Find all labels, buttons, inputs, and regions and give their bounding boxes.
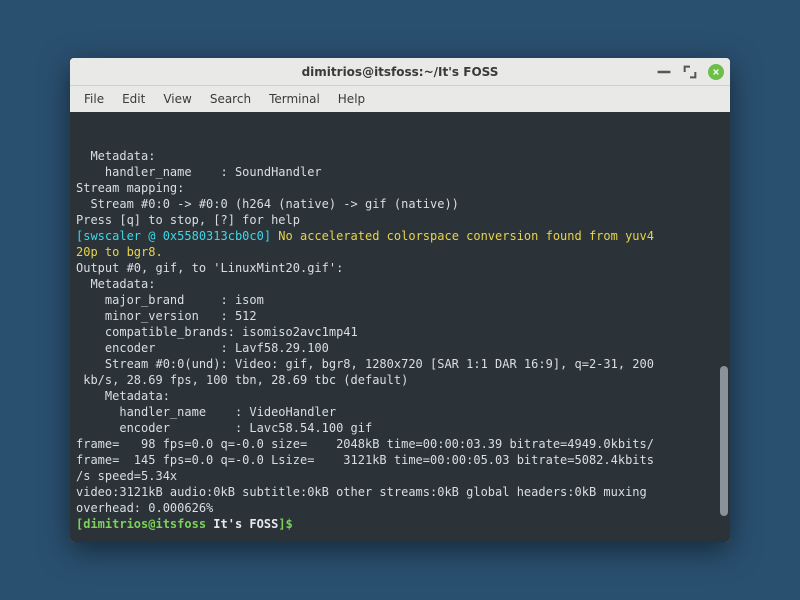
window-controls xyxy=(656,58,724,86)
terminal-output[interactable]: Metadata: handler_name : SoundHandler Str… xyxy=(70,112,730,542)
menu-search[interactable]: Search xyxy=(202,89,259,109)
terminal-line: [dimitrios@itsfoss It's FOSS]$ xyxy=(76,516,724,532)
terminal-line: overhead: 0.000626% xyxy=(76,500,724,516)
terminal-text-segment: [dimitrios@itsfoss xyxy=(76,517,213,531)
menu-terminal[interactable]: Terminal xyxy=(261,89,328,109)
terminal-line: frame= 98 fps=0.0 q=-0.0 size= 2048kB ti… xyxy=(76,436,724,452)
terminal-line: Press [q] to stop, [?] for help xyxy=(76,212,724,228)
close-button[interactable] xyxy=(708,64,724,80)
terminal-line: major_brand : isom xyxy=(76,292,724,308)
terminal-line: handler_name : VideoHandler xyxy=(76,404,724,420)
terminal-line: video:3121kB audio:0kB subtitle:0kB othe… xyxy=(76,484,724,500)
terminal-line: Metadata: xyxy=(76,388,724,404)
terminal-text-segment: 20p to bgr8. xyxy=(76,245,163,259)
terminal-text-segment: frame= 145 fps=0.0 q=-0.0 Lsize= 3121kB … xyxy=(76,453,654,467)
terminal-text-segment: Press [q] to stop, [?] for help xyxy=(76,213,300,227)
terminal-text-segment: handler_name : SoundHandler xyxy=(76,165,322,179)
terminal-line: Stream #0:0(und): Video: gif, bgr8, 1280… xyxy=(76,356,724,372)
menubar: File Edit View Search Terminal Help xyxy=(70,86,730,112)
terminal-text-segment: Metadata: xyxy=(76,389,170,403)
terminal-text-segment: encoder : Lavc58.54.100 gif xyxy=(76,421,372,435)
terminal-text-segment: kb/s, 28.69 fps, 100 tbn, 28.69 tbc (def… xyxy=(76,373,408,387)
terminal-line: handler_name : SoundHandler xyxy=(76,164,724,180)
terminal-line: Stream #0:0 -> #0:0 (h264 (native) -> gi… xyxy=(76,196,724,212)
terminal-text-segment: overhead: 0.000626% xyxy=(76,501,213,515)
terminal-text-segment: major_brand : isom xyxy=(76,293,264,307)
terminal-window: dimitrios@itsfoss:~/It's FOSS File Edit … xyxy=(70,58,730,542)
terminal-line: Metadata: xyxy=(76,276,724,292)
terminal-text-segment: encoder : Lavf58.29.100 xyxy=(76,341,329,355)
terminal-line: Output #0, gif, to 'LinuxMint20.gif': xyxy=(76,260,724,276)
terminal-line: Metadata: xyxy=(76,148,724,164)
terminal-line: encoder : Lavf58.29.100 xyxy=(76,340,724,356)
terminal-line: compatible_brands: isomiso2avc1mp41 xyxy=(76,324,724,340)
terminal-line: kb/s, 28.69 fps, 100 tbn, 28.69 tbc (def… xyxy=(76,372,724,388)
terminal-text-segment: ]$ xyxy=(278,517,300,531)
scrollbar-thumb[interactable] xyxy=(720,366,728,516)
terminal-line: frame= 145 fps=0.0 q=-0.0 Lsize= 3121kB … xyxy=(76,452,724,468)
terminal-text-segment: Output #0, gif, to 'LinuxMint20.gif': xyxy=(76,261,343,275)
terminal-line: 20p to bgr8. xyxy=(76,244,724,260)
window-title: dimitrios@itsfoss:~/It's FOSS xyxy=(302,65,499,79)
terminal-line: [swscaler @ 0x5580313cb0c0] No accelerat… xyxy=(76,228,724,244)
terminal-text-segment: compatible_brands: isomiso2avc1mp41 xyxy=(76,325,358,339)
terminal-text-segment: Stream mapping: xyxy=(76,181,184,195)
terminal-line: minor_version : 512 xyxy=(76,308,724,324)
terminal-text-segment: minor_version : 512 xyxy=(76,309,257,323)
terminal-line: /s speed=5.34x xyxy=(76,468,724,484)
terminal-text-segment: frame= 98 fps=0.0 q=-0.0 size= 2048kB ti… xyxy=(76,437,654,451)
menu-edit[interactable]: Edit xyxy=(114,89,153,109)
terminal-line: Stream mapping: xyxy=(76,180,724,196)
terminal-line: encoder : Lavc58.54.100 gif xyxy=(76,420,724,436)
terminal-text-segment: Stream #0:0 -> #0:0 (h264 (native) -> gi… xyxy=(76,197,459,211)
titlebar[interactable]: dimitrios@itsfoss:~/It's FOSS xyxy=(70,58,730,86)
terminal-text-segment: Metadata: xyxy=(76,149,155,163)
terminal-text-segment: [swscaler @ 0x5580313cb0c0] xyxy=(76,229,278,243)
scrollbar-track[interactable] xyxy=(720,116,728,538)
minimize-button[interactable] xyxy=(656,64,672,80)
terminal-text-segment: Stream #0:0(und): Video: gif, bgr8, 1280… xyxy=(76,357,654,371)
menu-view[interactable]: View xyxy=(155,89,199,109)
terminal-text-segment: handler_name : VideoHandler xyxy=(76,405,336,419)
terminal-text-segment: video:3121kB audio:0kB subtitle:0kB othe… xyxy=(76,485,654,499)
maximize-button[interactable] xyxy=(682,64,698,80)
terminal-text-segment: Metadata: xyxy=(76,277,155,291)
terminal-text-segment: No accelerated colorspace conversion fou… xyxy=(278,229,654,243)
menu-file[interactable]: File xyxy=(76,89,112,109)
menu-help[interactable]: Help xyxy=(330,89,373,109)
terminal-text-segment: /s speed=5.34x xyxy=(76,469,177,483)
terminal-text-segment: It's FOSS xyxy=(213,517,278,531)
